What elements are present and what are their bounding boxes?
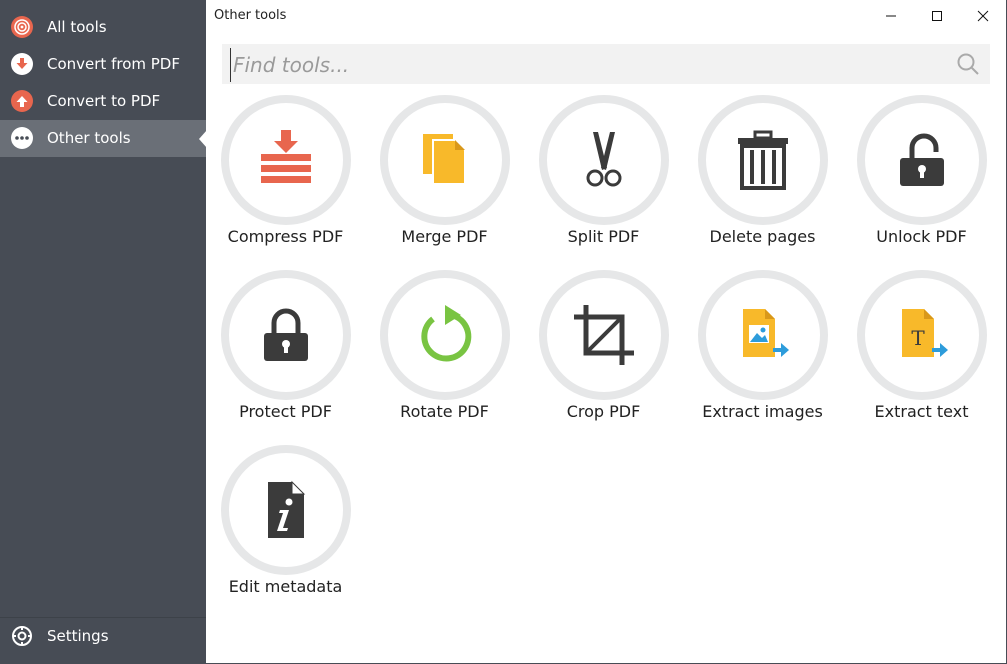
all-tools-icon bbox=[11, 16, 33, 38]
close-icon bbox=[977, 10, 989, 22]
minimize-button[interactable] bbox=[868, 0, 914, 32]
tool-label: Extract text bbox=[874, 402, 969, 421]
tool-unlock-pdf[interactable]: Unlock PDF bbox=[842, 95, 1001, 265]
sidebar-item-convert-from-pdf[interactable]: Convert from PDF bbox=[0, 46, 206, 83]
tool-edit-metadata[interactable]: Edit metadata bbox=[206, 445, 365, 615]
arrow-down-icon bbox=[11, 53, 33, 75]
tool-icon-circle bbox=[698, 95, 828, 225]
merge-icon bbox=[423, 134, 466, 185]
title-bar: Other tools bbox=[206, 0, 1006, 32]
maximize-button[interactable] bbox=[914, 0, 960, 32]
tool-merge-pdf[interactable]: Merge PDF bbox=[365, 95, 524, 265]
tool-icon-circle bbox=[539, 270, 669, 400]
tool-rotate-pdf[interactable]: Rotate PDF bbox=[365, 270, 524, 440]
tool-extract-text[interactable]: T Extract text bbox=[842, 270, 1001, 440]
lock-icon bbox=[264, 308, 308, 361]
svg-text:T: T bbox=[911, 326, 925, 350]
scissors-icon bbox=[586, 132, 622, 187]
extract-text-icon: T bbox=[902, 309, 948, 357]
tool-label: Merge PDF bbox=[401, 227, 488, 246]
tool-protect-pdf[interactable]: Protect PDF bbox=[206, 270, 365, 440]
tool-icon-circle bbox=[221, 445, 351, 575]
sidebar-item-label: Convert from PDF bbox=[47, 55, 180, 73]
unlock-icon bbox=[900, 133, 944, 186]
maximize-icon bbox=[932, 11, 942, 21]
more-dots-icon bbox=[11, 127, 33, 149]
search-input[interactable] bbox=[230, 48, 935, 82]
extract-images-icon bbox=[743, 309, 789, 357]
tool-label: Split PDF bbox=[567, 227, 640, 246]
tool-delete-pages[interactable]: Delete pages bbox=[683, 95, 842, 265]
minimize-icon bbox=[886, 15, 896, 17]
tool-icon-circle bbox=[380, 95, 510, 225]
sidebar-item-other-tools[interactable]: Other tools bbox=[0, 120, 207, 157]
tool-crop-pdf[interactable]: Crop PDF bbox=[524, 270, 683, 440]
sidebar-item-label: All tools bbox=[47, 18, 107, 36]
tool-icon-circle bbox=[698, 270, 828, 400]
gear-icon bbox=[11, 625, 33, 647]
close-button[interactable] bbox=[960, 0, 1006, 32]
crop-icon bbox=[574, 305, 634, 365]
tool-label: Delete pages bbox=[709, 227, 816, 246]
tool-label: Protect PDF bbox=[239, 402, 332, 421]
tool-icon-circle bbox=[539, 95, 669, 225]
arrow-up-icon bbox=[11, 90, 33, 112]
rotate-icon bbox=[421, 305, 472, 362]
tool-label: Crop PDF bbox=[566, 402, 641, 421]
main-panel: Other tools Find tools... Compress PDF M… bbox=[206, 0, 1007, 664]
sidebar: All tools Convert from PDF Convert to PD… bbox=[0, 0, 207, 664]
tool-label: Edit metadata bbox=[228, 577, 343, 596]
tool-icon-circle bbox=[380, 270, 510, 400]
tool-label: Rotate PDF bbox=[400, 402, 489, 421]
window-title: Other tools bbox=[214, 8, 287, 23]
tool-compress-pdf[interactable]: Compress PDF bbox=[206, 95, 365, 265]
tool-split-pdf[interactable]: Split PDF bbox=[524, 95, 683, 265]
sidebar-item-label: Other tools bbox=[47, 129, 131, 147]
compress-icon bbox=[261, 130, 311, 183]
tool-label: Extract images bbox=[702, 402, 823, 421]
settings-label: Settings bbox=[47, 627, 109, 645]
sidebar-item-label: Convert to PDF bbox=[47, 92, 161, 110]
sidebar-item-convert-to-pdf[interactable]: Convert to PDF bbox=[0, 83, 206, 120]
metadata-icon bbox=[268, 480, 306, 538]
search-bar bbox=[222, 44, 990, 84]
tool-label: Unlock PDF bbox=[876, 227, 967, 246]
sidebar-item-all-tools[interactable]: All tools bbox=[0, 9, 206, 46]
settings-button[interactable]: Settings bbox=[0, 618, 206, 655]
search-icon[interactable] bbox=[956, 52, 980, 76]
tool-icon-circle bbox=[857, 95, 987, 225]
trash-icon bbox=[738, 130, 788, 190]
tool-label: Compress PDF bbox=[227, 227, 344, 246]
tool-icon-circle bbox=[221, 270, 351, 400]
tool-icon-circle: T bbox=[857, 270, 987, 400]
tool-extract-images[interactable]: Extract images bbox=[683, 270, 842, 440]
tool-icon-circle bbox=[221, 95, 351, 225]
